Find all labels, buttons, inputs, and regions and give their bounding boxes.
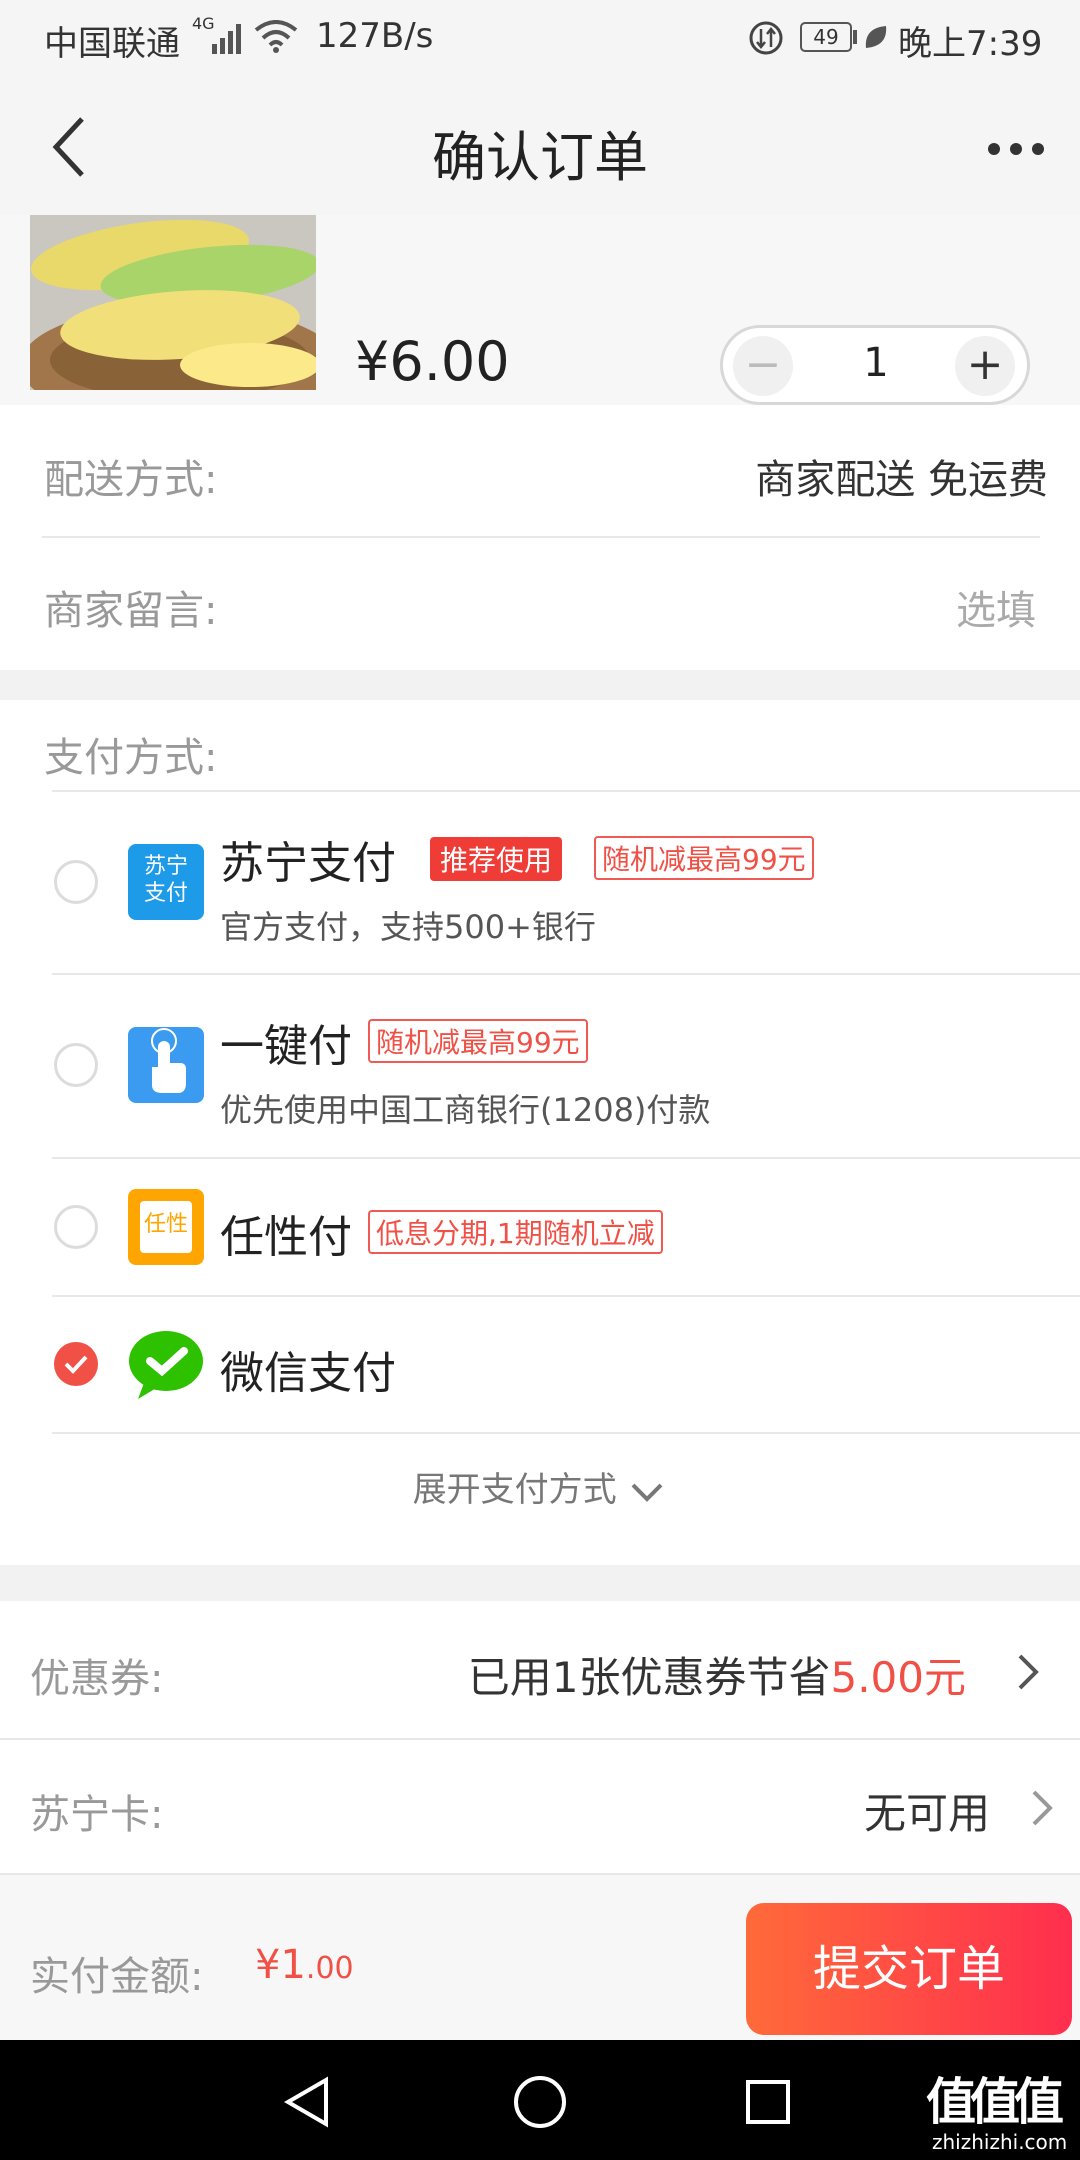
quantity-stepper: − 1 + [720, 325, 1030, 405]
chevron-down-icon [631, 1483, 663, 1502]
message-input[interactable]: 选填 [956, 578, 1036, 636]
card-value: 无可用 [863, 1789, 990, 1838]
chevron-right-icon [1032, 1790, 1053, 1826]
renxing-pay-icon-text: 任性 [140, 1201, 192, 1253]
suning-pay-icon: 苏宁支付 [128, 844, 204, 920]
product-card: ¥6.00 − 1 + [0, 215, 1080, 405]
battery-level: 49 [813, 25, 839, 49]
payment-name: 一键付 [220, 1021, 352, 1072]
payment-option-onekey[interactable]: 一键付 随机减最高99元 优先使用中国工商银行(1208)付款 [0, 975, 1080, 1155]
delivery-value: 商家配送 免运费 [755, 457, 1048, 503]
signal-icon [212, 24, 241, 54]
card-label: 苏宁卡: [30, 1792, 164, 1838]
more-icon[interactable] [986, 141, 1046, 157]
submit-order-button[interactable]: 提交订单 [746, 1903, 1072, 2035]
system-nav-bar: 值值值 zhizhizhi.com [0, 2040, 1080, 2160]
battery-icon: 49 [800, 22, 852, 52]
network-speed: 127B/s [316, 16, 434, 56]
coupon-row[interactable]: 优惠券: 已用1张优惠券节省5.00元 [0, 1602, 1080, 1737]
watermark-url: zhizhizhi.com [932, 2130, 1068, 2154]
coupon-label: 优惠券: [30, 1656, 164, 1702]
data-sync-icon [749, 21, 783, 55]
tap-hand-icon [128, 1027, 204, 1103]
decrease-button[interactable]: − [733, 336, 793, 396]
recommended-badge: 推荐使用 [430, 837, 563, 881]
expand-payment-label: 展开支付方式 [412, 1470, 617, 1510]
watermark-logo: 值值值 [926, 2073, 1064, 2131]
delivery-label: 配送方式: [44, 457, 218, 503]
section-gap [0, 670, 1080, 700]
expand-payment-button[interactable]: 展开支付方式 [0, 1462, 1080, 1511]
renxing-pay-icon: 任性 [128, 1189, 204, 1265]
top-bar: 确认订单 [0, 75, 1080, 215]
wifi-icon [254, 20, 298, 53]
payment-option-wechat[interactable]: 微信支付 [0, 1297, 1080, 1431]
divider [52, 1432, 1080, 1434]
status-bar: 中国联通 4G 127B/s 49 晚上7:39 [0, 0, 1080, 75]
increase-button[interactable]: + [955, 336, 1015, 396]
coupon-value: 已用1张优惠券节省5.00元 [468, 1644, 966, 1705]
product-price: ¥6.00 [355, 330, 510, 393]
wechat-pay-icon [128, 1327, 204, 1403]
divider [42, 536, 1040, 538]
payment-name: 微信支付 [220, 1348, 396, 1399]
nav-back-icon[interactable] [282, 2076, 332, 2128]
payment-option-renxing[interactable]: 任性 任性付 低息分期,1期随机立减 [0, 1159, 1080, 1294]
chevron-right-icon [1018, 1654, 1039, 1690]
promo-badge: 随机减最高99元 [368, 1019, 588, 1063]
clock: 晚上7:39 [898, 24, 1043, 64]
carrier-name: 中国联通 [44, 24, 180, 64]
payment-label: 支付方式: [44, 735, 218, 781]
page-title: 确认订单 [432, 126, 648, 189]
nav-home-icon[interactable] [512, 2074, 568, 2130]
quantity-value: 1 [863, 340, 889, 386]
total-amount: ¥1.00 [255, 1942, 354, 1988]
payment-desc: 优先使用中国工商银行(1208)付款 [220, 1091, 711, 1129]
suning-card-row[interactable]: 苏宁卡: 无可用 [0, 1740, 1080, 1872]
payment-name: 任性付 [220, 1212, 352, 1263]
promo-badge: 随机减最高99元 [594, 836, 814, 880]
section-gap [0, 1565, 1080, 1601]
radio-suning[interactable] [54, 860, 98, 904]
radio-onekey[interactable] [54, 1043, 98, 1087]
suning-pay-icon-text: 苏宁支付 [143, 854, 188, 906]
total-label: 实付金额: [30, 1954, 204, 2000]
total-amount-main: ¥1 [255, 1942, 306, 1988]
message-label: 商家留言: [44, 588, 218, 634]
product-image [30, 215, 316, 390]
total-amount-decimal: .00 [305, 1951, 354, 1986]
payment-name: 苏宁支付 [220, 838, 396, 889]
coupon-saving-amount: 5.00元 [830, 1653, 966, 1702]
coupon-value-text: 已用1张优惠券节省 [467, 1653, 831, 1702]
radio-wechat-checked[interactable] [54, 1342, 98, 1386]
radio-renxing[interactable] [54, 1205, 98, 1249]
nav-recents-icon[interactable] [744, 2078, 792, 2126]
battery-tip [853, 30, 857, 44]
leaf-icon [865, 26, 887, 48]
payment-option-suning[interactable]: 苏宁支付 苏宁支付 推荐使用 随机减最高99元 官方支付，支持500+银行 [0, 792, 1080, 972]
payment-desc: 官方支付，支持500+银行 [220, 908, 596, 946]
promo-badge: 低息分期,1期随机立减 [368, 1210, 663, 1254]
